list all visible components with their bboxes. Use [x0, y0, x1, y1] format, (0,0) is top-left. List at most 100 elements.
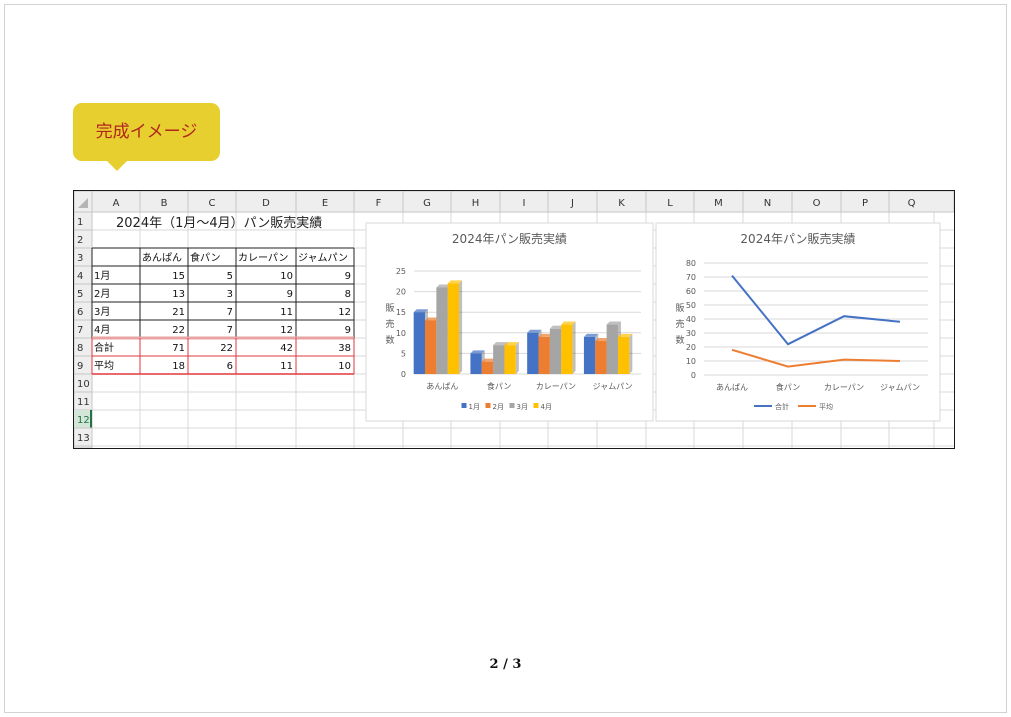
callout-tail	[107, 161, 127, 171]
legend-label: 1月	[469, 403, 480, 411]
y-tick-label: 0	[401, 370, 406, 379]
column-header-d: D	[262, 198, 270, 209]
row-header-10: 10	[77, 379, 90, 390]
table-cell: 1月	[94, 270, 110, 282]
bar-side	[515, 342, 519, 374]
column-header-o: O	[813, 198, 821, 209]
column-header-e: E	[322, 198, 328, 209]
column-header-k: K	[618, 198, 625, 209]
y-tick-label: 30	[686, 329, 696, 338]
spreadsheet-image: A B C D E F G H I J K L M N O P Q 1 2 3 4 5 6 7 8 9 10 11 12 13 2024年（…	[73, 190, 955, 449]
chart-title: 2024年パン販売実績	[452, 231, 567, 246]
column-header-q: Q	[908, 198, 916, 209]
completion-image-callout: 完成イメージ	[73, 103, 220, 161]
bar-chart: 2024年パン販売実績販売数 0 5 10 15 20 25 あんぱん 食パン カレーパン ジャムパ…	[365, 222, 654, 422]
legend-label: 平均	[819, 402, 833, 411]
legend-swatch	[461, 403, 467, 408]
bar	[436, 287, 448, 374]
table-cell: 11	[280, 307, 293, 318]
row-header-1: 1	[77, 217, 83, 228]
y-tick-label: 15	[396, 308, 406, 317]
row-header-3: 3	[77, 253, 83, 264]
legend-label: 4月	[541, 403, 552, 411]
table-cell: 7	[227, 325, 233, 336]
table-cell: 15	[172, 271, 185, 282]
x-tick-label: 食パン	[487, 381, 511, 391]
table-cell: 9	[345, 271, 351, 282]
table-cell: 12	[280, 325, 293, 336]
bar	[470, 353, 482, 374]
table-cell: 7	[227, 307, 233, 318]
column-header-b: B	[161, 198, 168, 209]
y-tick-label: 70	[686, 273, 696, 282]
column-header-l: L	[667, 198, 673, 209]
column-header-c: C	[209, 198, 216, 209]
column-header-g: G	[423, 198, 431, 209]
table-cell: 3	[227, 289, 233, 300]
legend-swatch	[485, 403, 491, 408]
bar	[606, 324, 618, 374]
column-header-i: I	[523, 198, 526, 209]
legend-swatch	[533, 403, 539, 408]
table-cell: 10	[280, 271, 293, 282]
bar	[538, 336, 550, 374]
row-header-12: 12	[77, 415, 90, 426]
bar	[583, 336, 596, 374]
row-header-4: 4	[77, 271, 83, 282]
table-header-cell: カレーパン	[238, 252, 288, 264]
column-header-f: F	[376, 198, 382, 209]
y-tick-label: 50	[686, 301, 696, 310]
table-cell: 合計	[94, 341, 114, 354]
row-header-13: 13	[77, 433, 90, 444]
y-tick-label: 80	[686, 259, 696, 268]
chart-title: 2024年パン販売実績	[740, 231, 855, 246]
column-header-n: N	[764, 198, 771, 209]
row-header-7: 7	[77, 325, 83, 336]
y-tick-label: 10	[686, 357, 696, 366]
line-chart: 2024年パン販売実績販売数 0 10 20 30 40 50 60 70 80 あんぱん 食パン カレ…	[655, 222, 941, 422]
row-header-6: 6	[77, 307, 83, 318]
bar	[504, 345, 516, 374]
table-cell: 18	[172, 361, 185, 372]
row-header-8: 8	[77, 343, 83, 354]
x-tick-label: ジャムパン	[880, 383, 920, 392]
table-cell: 4月	[94, 324, 110, 336]
column-header-a: A	[113, 198, 120, 209]
y-tick-label: 25	[396, 267, 406, 276]
y-axis-label: 売	[675, 318, 684, 330]
bar-side	[572, 321, 576, 374]
table-cell: 10	[338, 361, 351, 372]
table-cell: 6	[227, 361, 233, 372]
bar	[413, 312, 426, 374]
legend-label: 2月	[493, 403, 504, 411]
column-header-p: P	[862, 198, 868, 209]
table-cell: 42	[280, 343, 293, 354]
table-cell: 13	[172, 289, 185, 300]
y-axis-label: 売	[385, 318, 394, 330]
callout-text: 完成イメージ	[95, 122, 198, 142]
table-cell: 5	[227, 271, 233, 282]
y-axis-label: 数	[675, 334, 684, 346]
x-tick-label: あんぱん	[426, 382, 458, 391]
bar	[425, 320, 437, 374]
legend-label: 合計	[775, 402, 789, 411]
table-cell: 9	[287, 289, 293, 300]
y-tick-label: 10	[396, 329, 406, 338]
spreadsheet-canvas: A B C D E F G H I J K L M N O P Q123456789101112132024年（…	[74, 191, 954, 448]
table-cell: 2月	[94, 288, 110, 300]
row-header-11: 11	[77, 397, 90, 408]
x-tick-label: 食パン	[776, 382, 800, 392]
bar-side	[629, 333, 633, 374]
bar	[527, 332, 539, 374]
column-header-bar	[74, 191, 954, 213]
y-axis-label: 販	[385, 302, 394, 314]
legend-swatch	[509, 403, 515, 408]
y-axis-label: 数	[385, 334, 394, 346]
column-header-m: M	[714, 198, 723, 209]
row-header-9: 9	[77, 361, 83, 372]
x-tick-label: カレーパン	[824, 383, 864, 392]
table-cell: 21	[172, 307, 185, 318]
bar	[481, 361, 494, 374]
bar-side	[459, 280, 463, 374]
y-axis-label: 販	[675, 302, 684, 314]
